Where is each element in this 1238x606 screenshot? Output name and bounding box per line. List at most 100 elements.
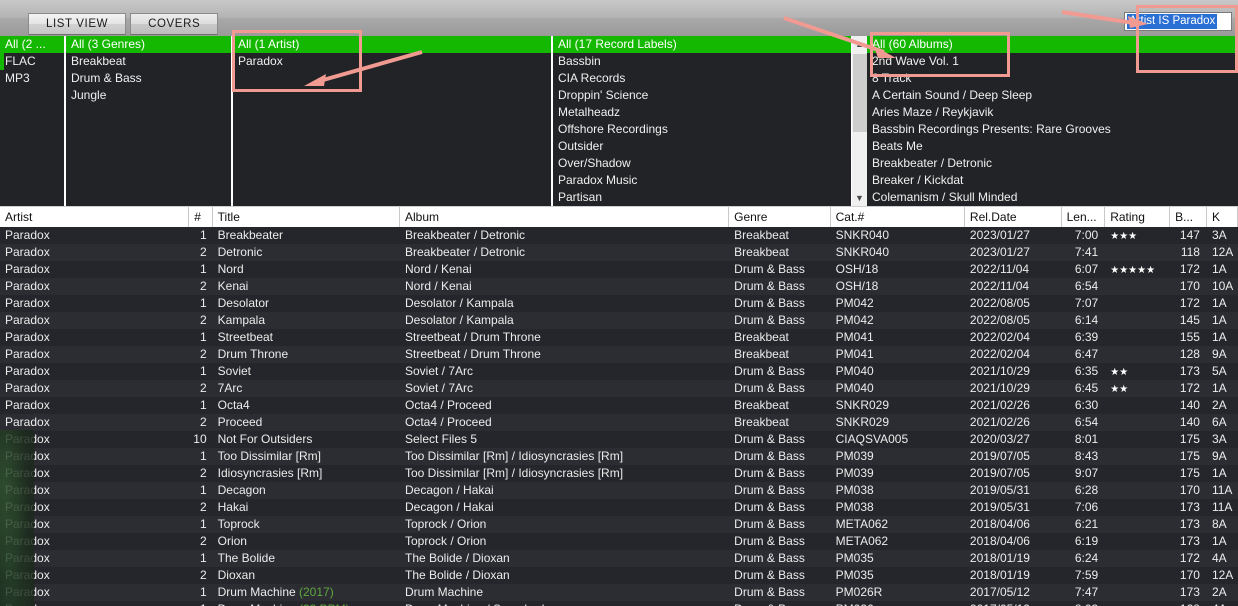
- pane-record-label[interactable]: All (17 Record Labels) Bassbin CIA Recor…: [551, 36, 851, 206]
- scroll-up-icon[interactable]: ▲: [851, 36, 868, 52]
- column-header-length[interactable]: Len...: [1061, 207, 1106, 227]
- pane-record-label-item[interactable]: CIA Records: [553, 70, 851, 87]
- table-row[interactable]: Paradox 1 Octa4 Octa4 / Proceed Breakbeat SNK…: [0, 397, 1238, 414]
- pane-genre-item[interactable]: Breakbeat: [66, 53, 231, 70]
- table-row[interactable]: Paradox 1 Breakbeater Breakbeater / Detroni…: [0, 227, 1238, 244]
- column-header-number[interactable]: #: [189, 207, 213, 227]
- table-row[interactable]: Paradox 2 Kampala Desolator / Kampala Drum &…: [0, 312, 1238, 329]
- pane-record-label-item[interactable]: Offshore Recordings: [553, 121, 851, 138]
- pane-record-label-header[interactable]: All (17 Record Labels): [553, 36, 851, 53]
- track-cell-title: Breakbeater: [217, 228, 284, 242]
- track-cell-album: Desolator / Kampala: [404, 296, 514, 310]
- table-row[interactable]: Paradox 1 Soviet Soviet / 7Arc Drum & Bass PM…: [0, 363, 1238, 380]
- pane-record-label-item[interactable]: Paradox Music: [553, 172, 851, 189]
- track-cell-album: Select Files 5: [404, 432, 478, 446]
- pane-album-item[interactable]: Aries Maze / Reykjavik: [867, 104, 1238, 121]
- pane-record-label-item[interactable]: Partisan: [553, 189, 851, 206]
- track-cell-catalog: PM041: [835, 347, 874, 361]
- column-header-bpm[interactable]: B...: [1170, 207, 1207, 227]
- track-cell-key: 1A: [1211, 296, 1227, 310]
- table-row[interactable]: Paradox1The BolideThe Bolide / DioxanDru…: [0, 550, 1238, 567]
- column-header-catalog[interactable]: Cat.#: [830, 207, 965, 227]
- track-cell-bpm: 128: [1179, 347, 1200, 361]
- pane-record-label-item[interactable]: Droppin' Science: [553, 87, 851, 104]
- pane-artist-item[interactable]: Paradox: [233, 53, 551, 70]
- pane-genre-item[interactable]: Jungle: [66, 87, 231, 104]
- pane-album-item[interactable]: Beats Me: [867, 138, 1238, 155]
- pane-genre[interactable]: All (3 Genres) Breakbeat Drum & Bass Jun…: [64, 36, 231, 206]
- pane-album[interactable]: All (60 Albums) 2nd Wave Vol. 1 8 Track …: [867, 36, 1238, 206]
- column-header-title[interactable]: Title: [212, 207, 400, 227]
- pane-album-item[interactable]: Breaker / Kickdat: [867, 172, 1238, 189]
- record-label-scrollbar[interactable]: ▲ ▼: [851, 36, 868, 206]
- track-cell-number: 1: [199, 296, 207, 310]
- track-cell-rating: [1105, 550, 1170, 567]
- track-cell-key: 1A: [1211, 262, 1227, 276]
- track-cell-length: 6:35: [1074, 364, 1099, 378]
- pane-album-item[interactable]: Breakbeater / Detronic: [867, 155, 1238, 172]
- track-cell-key: 1A: [1211, 330, 1227, 344]
- track-title-annotation: (2017): [299, 585, 334, 599]
- track-table-body[interactable]: Paradox 1 Breakbeater Breakbeater / Detroni…: [0, 227, 1238, 606]
- pane-artist[interactable]: All (1 Artist) Paradox: [231, 36, 551, 206]
- scrollbar-track[interactable]: [851, 52, 868, 190]
- table-row[interactable]: Paradox2DioxanThe Bolide / DioxanDrum & …: [0, 567, 1238, 584]
- pane-genre-item[interactable]: Drum & Bass: [66, 70, 231, 87]
- pane-record-label-item[interactable]: Bassbin: [553, 53, 851, 70]
- table-row[interactable]: Paradox10Not For OutsidersSelect Files 5…: [0, 431, 1238, 448]
- track-cell-rating: ★★★: [1105, 227, 1170, 244]
- scroll-down-icon[interactable]: ▼: [851, 190, 868, 206]
- track-cell-title: Desolator: [217, 296, 269, 310]
- track-cell-artist: Paradox: [5, 415, 50, 429]
- column-header-artist[interactable]: Artist: [0, 207, 190, 227]
- pane-format-header[interactable]: All (2 ...: [0, 36, 64, 53]
- track-cell-title: Drum Throne: [217, 347, 289, 361]
- track-cell-reldate: 2018/01/19: [969, 568, 1030, 582]
- track-cell-reldate: 2022/11/04: [969, 262, 1030, 276]
- track-cell-key: 4A: [1207, 601, 1238, 606]
- pane-album-item[interactable]: A Certain Sound / Deep Sleep: [867, 87, 1238, 104]
- scrollbar-thumb[interactable]: [852, 54, 867, 132]
- pane-record-label-item[interactable]: Over/Shadow: [553, 155, 851, 172]
- table-row[interactable]: Paradox 2 7Arc Soviet / 7Arc Drum & Bass PM04…: [0, 380, 1238, 397]
- column-header-genre[interactable]: Genre: [729, 207, 831, 227]
- column-header-album[interactable]: Album: [399, 207, 730, 227]
- pane-genre-header[interactable]: All (3 Genres): [66, 36, 231, 53]
- table-row[interactable]: Paradox1Drum Machine (2017)Drum MachineD…: [0, 584, 1238, 601]
- table-row[interactable]: Paradox2Idiosyncrasies [Rm]Too Dissimila…: [0, 465, 1238, 482]
- pane-album-item[interactable]: 8 Track: [867, 70, 1238, 87]
- pane-record-label-item[interactable]: Metalheadz: [553, 104, 851, 121]
- pane-format-item[interactable]: MP3: [0, 70, 64, 87]
- table-row[interactable]: Paradox 2 Proceed Octa4 / Proceed Breakbeat S…: [0, 414, 1238, 431]
- table-row[interactable]: Paradox2OrionToprock / OrionDrum & BassM…: [0, 533, 1238, 550]
- table-row[interactable]: Paradox 2 Kenai Nord / Kenai Drum & Bass OSH/…: [0, 278, 1238, 295]
- table-row[interactable]: Paradox 1 Desolator Desolator / Kampala Drum…: [0, 295, 1238, 312]
- tab-covers[interactable]: COVERS: [130, 13, 219, 35]
- table-row[interactable]: Paradox1Drum Machine (33 BPM)Drum Machin…: [0, 601, 1238, 606]
- column-header-rating[interactable]: Rating: [1105, 207, 1171, 227]
- track-cell-number: 1: [199, 483, 207, 497]
- track-cell-reldate: 2021/02/26: [969, 398, 1030, 412]
- pane-format-item[interactable]: FLAC: [0, 53, 64, 70]
- track-cell-length: 9:07: [1074, 466, 1099, 480]
- pane-album-item[interactable]: Colemanism / Skull Minded: [867, 189, 1238, 206]
- column-header-key[interactable]: K: [1206, 207, 1238, 227]
- pane-album-header[interactable]: All (60 Albums): [867, 36, 1238, 53]
- table-row[interactable]: Paradox1DecagonDecagon / HakaiDrum & Bas…: [0, 482, 1238, 499]
- pane-record-label-item[interactable]: Outsider: [553, 138, 851, 155]
- table-row[interactable]: Paradox2HakaiDecagon / HakaiDrum & BassP…: [0, 499, 1238, 516]
- pane-album-item[interactable]: 2nd Wave Vol. 1: [867, 53, 1238, 70]
- table-row[interactable]: Paradox 1 Nord Nord / Kenai Drum & Bass OSH/1…: [0, 261, 1238, 278]
- pane-format[interactable]: All (2 ... FLAC MP3: [0, 36, 64, 206]
- search-input[interactable]: Artist IS Paradox: [1124, 12, 1232, 31]
- table-row[interactable]: Paradox 1 Streetbeat Streetbeat / Drum Thro…: [0, 329, 1238, 346]
- track-cell-length: 6:19: [1074, 534, 1099, 548]
- pane-album-item[interactable]: Bassbin Recordings Presents: Rare Groove…: [867, 121, 1238, 138]
- pane-artist-header[interactable]: All (1 Artist): [233, 36, 551, 53]
- column-header-reldate[interactable]: Rel.Date: [964, 207, 1062, 227]
- table-row[interactable]: Paradox1Too Dissimilar [Rm]Too Dissimila…: [0, 448, 1238, 465]
- table-row[interactable]: Paradox 2 Detronic Breakbeater / Detronic Br…: [0, 244, 1238, 261]
- table-row[interactable]: Paradox1ToprockToprock / OrionDrum & Bas…: [0, 516, 1238, 533]
- table-row[interactable]: Paradox 2 Drum Throne Streetbeat / Drum Thr…: [0, 346, 1238, 363]
- tab-list-view[interactable]: LIST VIEW: [28, 13, 127, 35]
